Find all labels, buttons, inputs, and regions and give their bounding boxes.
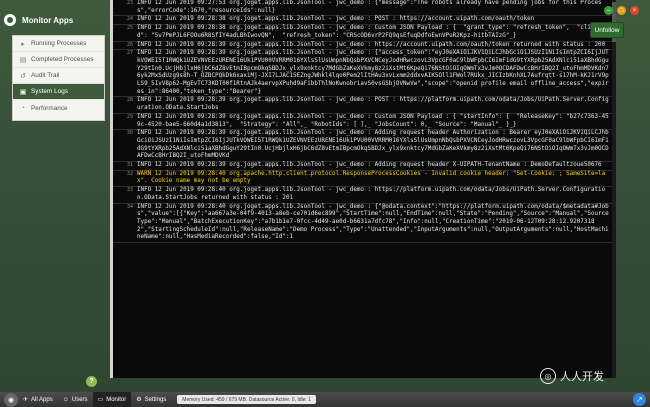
joget-logo-icon[interactable]: ◉ [4,392,18,407]
log-line-number: 23 [126,0,133,6]
log-line-number: 34 [126,203,133,210]
app-logo-icon [4,14,16,26]
file-icon: ▤ [19,56,27,64]
sidebar-item-label: System Logs [31,88,68,95]
sidebar-item-completed-processes[interactable]: ▤ Completed Processes [13,52,104,68]
log-line-number: 27 [126,50,133,57]
watermark-logo-icon: ◎ [540,368,556,384]
taskbar-item-label: Users [71,396,88,403]
gauge-icon: ◔ [20,104,26,112]
system-log-console[interactable]: 23 INFO 12 Jun 2019 09:27:53 org.joget.ap… [110,0,616,378]
log-row: 29 INFO 12 Jun 2019 09:28:39 org.joget.ap… [113,113,616,131]
log-line-number: 28 [126,97,133,104]
log-row: 26 INFO 12 Jun 2019 09:28:39 org.joget.ap… [113,42,616,51]
log-row: 27 INFO 12 Jun 2019 09:28:39 org.joget.ap… [113,50,616,98]
maximize-icon[interactable]: □ [617,6,626,15]
sidebar-item-label: Audit Trail [31,72,60,79]
log-message: INFO 12 Jun 2019 09:28:40 org.joget.apps… [137,187,606,201]
terminal-icon: ▣ [19,88,27,96]
log-line-number: 29 [126,113,133,120]
log-message: INFO 12 Jun 2019 09:28:39 org.joget.apps… [137,50,609,95]
app-window: Monitor Apps ▸ Running Processes ▤ Compl… [0,0,650,407]
log-message: WARN 12 Jun 2019 09:28:40 org.apache.htt… [137,170,606,185]
memory-status: Memory Used: 459 / 679 MB. Datasource Ac… [177,395,316,404]
log-line-number: 33 [126,187,133,194]
taskbar-users[interactable]: ☺ Users [58,392,93,407]
gear-icon: ⚙ [136,397,142,403]
sidebar-item-audit-trail[interactable]: ↺ Audit Trail [13,68,104,84]
log-row: 33 INFO 12 Jun 2019 09:28:40 org.joget.ap… [113,187,616,204]
log-message: INFO 12 Jun 2019 09:28:40 org.joget.apps… [137,203,609,241]
users-icon: ☺ [62,396,69,403]
log-row: 32 WARN 12 Jun 2019 09:28:40 org.apache.h… [113,170,616,188]
sidebar-item-running-processes[interactable]: ▸ Running Processes [13,36,104,52]
watermark: ◎ 人人开发 [540,366,604,386]
taskbar: ◉ ✈ All Apps ☺ Users ▭ Monitor ⚙ Setting… [0,392,650,407]
log-message: INFO 12 Jun 2019 09:28:38 org.joget.apps… [137,25,609,39]
taskbar-item-label: Settings [144,396,167,403]
log-message: INFO 12 Jun 2019 09:28:39 org.joget.apps… [137,162,602,169]
taskbar-settings[interactable]: ⚙ Settings [131,392,171,407]
close-icon[interactable]: × [630,6,639,15]
taskbar-item-label: Monitor [106,396,127,403]
log-message: INFO 12 Jun 2019 09:28:39 org.joget.apps… [137,97,609,112]
log-message: INFO 12 Jun 2019 09:28:38 org.joget.apps… [137,16,535,23]
go-icon[interactable]: ↗ [633,393,646,406]
log-line-number: 25 [126,25,133,32]
log-row: 24 INFO 12 Jun 2019 09:28:38 org.joget.ap… [113,16,616,26]
log-row: 23 INFO 12 Jun 2019 09:27:53 org.joget.ap… [113,0,616,17]
log-line-number: 24 [126,16,133,23]
help-icon[interactable]: ? [86,376,97,387]
log-line-number: 26 [126,41,133,48]
log-list: 23 INFO 12 Jun 2019 09:27:53 org.joget.ap… [113,0,616,378]
log-message: INFO 12 Jun 2019 09:28:39 org.joget.apps… [137,113,609,128]
taskbar-item-label: All Apps [31,396,53,403]
log-message: INFO 12 Jun 2019 09:28:39 org.joget.apps… [137,130,609,160]
apps-icon: ✈ [23,397,29,403]
taskbar-monitor[interactable]: ▭ Monitor [92,392,132,407]
sidebar-item-label: Performance [31,104,68,112]
log-line-number: 32 [126,170,133,177]
log-scrollbar[interactable] [612,0,616,378]
log-message: INFO 12 Jun 2019 09:27:53 org.joget.apps… [137,0,602,14]
log-row: 31 INFO 12 Jun 2019 09:28:39 org.joget.ap… [113,162,616,171]
watermark-text: 人人开发 [560,371,604,383]
log-row: 25 INFO 12 Jun 2019 09:28:38 org.joget.ap… [113,25,616,42]
log-message: INFO 12 Jun 2019 09:28:39 org.joget.apps… [137,41,606,48]
log-line-number: 31 [126,162,133,169]
app-title: Monitor Apps [22,15,74,25]
log-row: 28 INFO 12 Jun 2019 09:28:39 org.joget.ap… [113,97,616,114]
sidebar: ▸ Running Processes ▤ Completed Processe… [12,35,105,121]
unfollow-button[interactable]: Unfollow [590,22,624,38]
play-icon: ▸ [21,40,25,48]
taskbar-all-apps[interactable]: ✈ All Apps [18,392,58,407]
monitor-icon: ▭ [97,397,104,403]
history-icon: ↺ [20,72,26,80]
sidebar-item-label: Running Processes [31,40,87,47]
log-line-number: 30 [126,130,133,137]
sidebar-item-performance[interactable]: ◔ Performance [13,100,104,116]
log-row: 34 INFO 12 Jun 2019 09:28:40 org.joget.ap… [113,204,616,244]
minimize-icon[interactable]: – [604,6,613,15]
sidebar-item-system-logs[interactable]: ▣ System Logs [13,84,104,100]
app-header: Monitor Apps [4,12,73,28]
sidebar-item-label: Completed Processes [31,56,94,63]
log-row: 30 INFO 12 Jun 2019 09:28:39 org.joget.ap… [113,130,616,163]
